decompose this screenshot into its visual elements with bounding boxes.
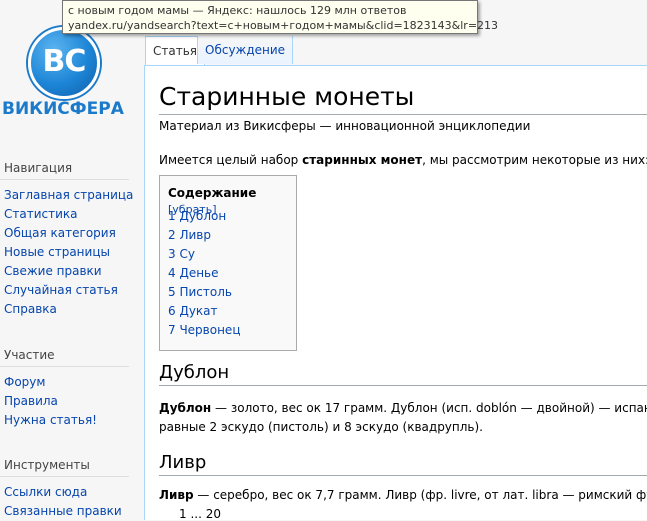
tooltip-title: с новым годом мамы — Яндекс: нашлось 129… — [68, 4, 407, 17]
link-tooltip: с новым годом мамы — Яндекс: нашлось 129… — [62, 0, 499, 34]
section-heading-livre: Ливр — [159, 452, 647, 476]
tab-talk[interactable]: Обсуждение — [197, 36, 294, 64]
toc-item-denier[interactable]: 4 Денье — [168, 266, 219, 280]
section-paragraph-livre: Ливр — серебро, вес ок 7,7 грамм. Ливр (… — [159, 486, 647, 520]
section-heading-doubloon: Дублон — [159, 362, 647, 386]
tooltip-url: yandex.ru/yandsearch?text=с+новым+годом+… — [68, 19, 499, 32]
sidebar: BC ВИКИСФЕРА Навигация Заглавная страниц… — [0, 0, 143, 519]
site-logo[interactable]: BC ВИКИСФЕРА — [0, 22, 143, 122]
toc-item-ducat[interactable]: 6 Дукат — [168, 304, 218, 318]
page-title: Старинные монеты — [159, 82, 647, 115]
toc-item-pistole[interactable]: 5 Пистоль — [168, 285, 232, 299]
livre-line-1: Ливр — серебро, вес ок 7,7 грамм. Ливр (… — [159, 486, 647, 505]
intro-text-before: Имеется целый набор — [159, 153, 303, 167]
tab-article[interactable]: Статья — [145, 36, 206, 66]
intro-paragraph: Имеется целый набор старинных монет, мы … — [159, 153, 647, 167]
toc-item-sou[interactable]: 3 Су — [168, 247, 195, 261]
site-subtitle: Материал из Викисферы — инновационной эн… — [159, 119, 531, 133]
logo-emblem: BC — [28, 27, 100, 99]
participation-heading: Участие — [0, 348, 129, 367]
logo-wordmark: ВИКИСФЕРА — [2, 99, 124, 119]
livre-bold-term: Ливр — [159, 488, 194, 502]
toc-item-chervonets[interactable]: 7 Червонец — [168, 323, 241, 337]
nav-link-related-changes[interactable]: Связанные правки — [4, 504, 122, 518]
navigation-heading: Навигация — [0, 161, 129, 180]
doubloon-line-2: равные 2 эскудо (пистоль) и 8 эскудо (кв… — [159, 420, 483, 434]
livre-line-1-text: — серебро, вес ок 7,7 грамм. Ливр (фр. l… — [193, 488, 647, 502]
nav-link-recent-changes[interactable]: Свежие правки — [4, 264, 102, 278]
nav-link-rules[interactable]: Правила — [4, 394, 58, 408]
intro-text-after: , мы рассмотрим некоторые из них: — [422, 153, 647, 167]
section-paragraph-doubloon: Дублон — золото, вес ок 17 грамм. Дублон… — [159, 399, 647, 437]
nav-link-general-category[interactable]: Общая категория — [4, 226, 116, 240]
nav-link-main-page[interactable]: Заглавная страница — [4, 188, 133, 202]
page-tabs: Статья Обсуждение — [143, 36, 647, 66]
navigation-portal: Навигация Заглавная страница Статистика … — [0, 161, 143, 319]
nav-link-what-links-here[interactable]: Ссылки сюда — [4, 485, 87, 499]
logo-monogram: BC — [42, 44, 87, 79]
toc-title: Содержание — [168, 186, 257, 200]
tools-portal: Инструменты Ссылки сюда Связанные правки — [0, 458, 143, 521]
table-of-contents: Содержание [убрать] 1 Дублон 2 Ливр 3 Су… — [159, 175, 297, 351]
toc-item-livre[interactable]: 2 Ливр — [168, 228, 211, 242]
nav-link-article-needed[interactable]: Нужна статья! — [4, 413, 97, 427]
doubloon-line-1-text: — золото, вес ок 17 грамм. Дублон (исп. … — [211, 401, 647, 415]
nav-link-forum[interactable]: Форум — [4, 375, 45, 389]
toc-item-doubloon[interactable]: 1 Дублон — [168, 209, 226, 223]
intro-bold-term: старинных монет — [302, 153, 423, 167]
participation-portal: Участие Форум Правила Нужна статья! — [0, 348, 143, 430]
nav-link-statistics[interactable]: Статистика — [4, 207, 78, 221]
nav-link-new-pages[interactable]: Новые страницы — [4, 245, 110, 259]
tools-heading: Инструменты — [0, 458, 129, 477]
doubloon-bold-term: Дублон — [159, 401, 212, 415]
article-content: Старинные монеты Материал из Викисферы —… — [144, 65, 647, 520]
livre-line-2: 1 ... 20 — [179, 507, 221, 520]
doubloon-line-1: Дублон — золото, вес ок 17 грамм. Дублон… — [159, 399, 647, 418]
nav-link-help[interactable]: Справка — [4, 302, 57, 316]
nav-link-random-article[interactable]: Случайная статья — [4, 283, 118, 297]
